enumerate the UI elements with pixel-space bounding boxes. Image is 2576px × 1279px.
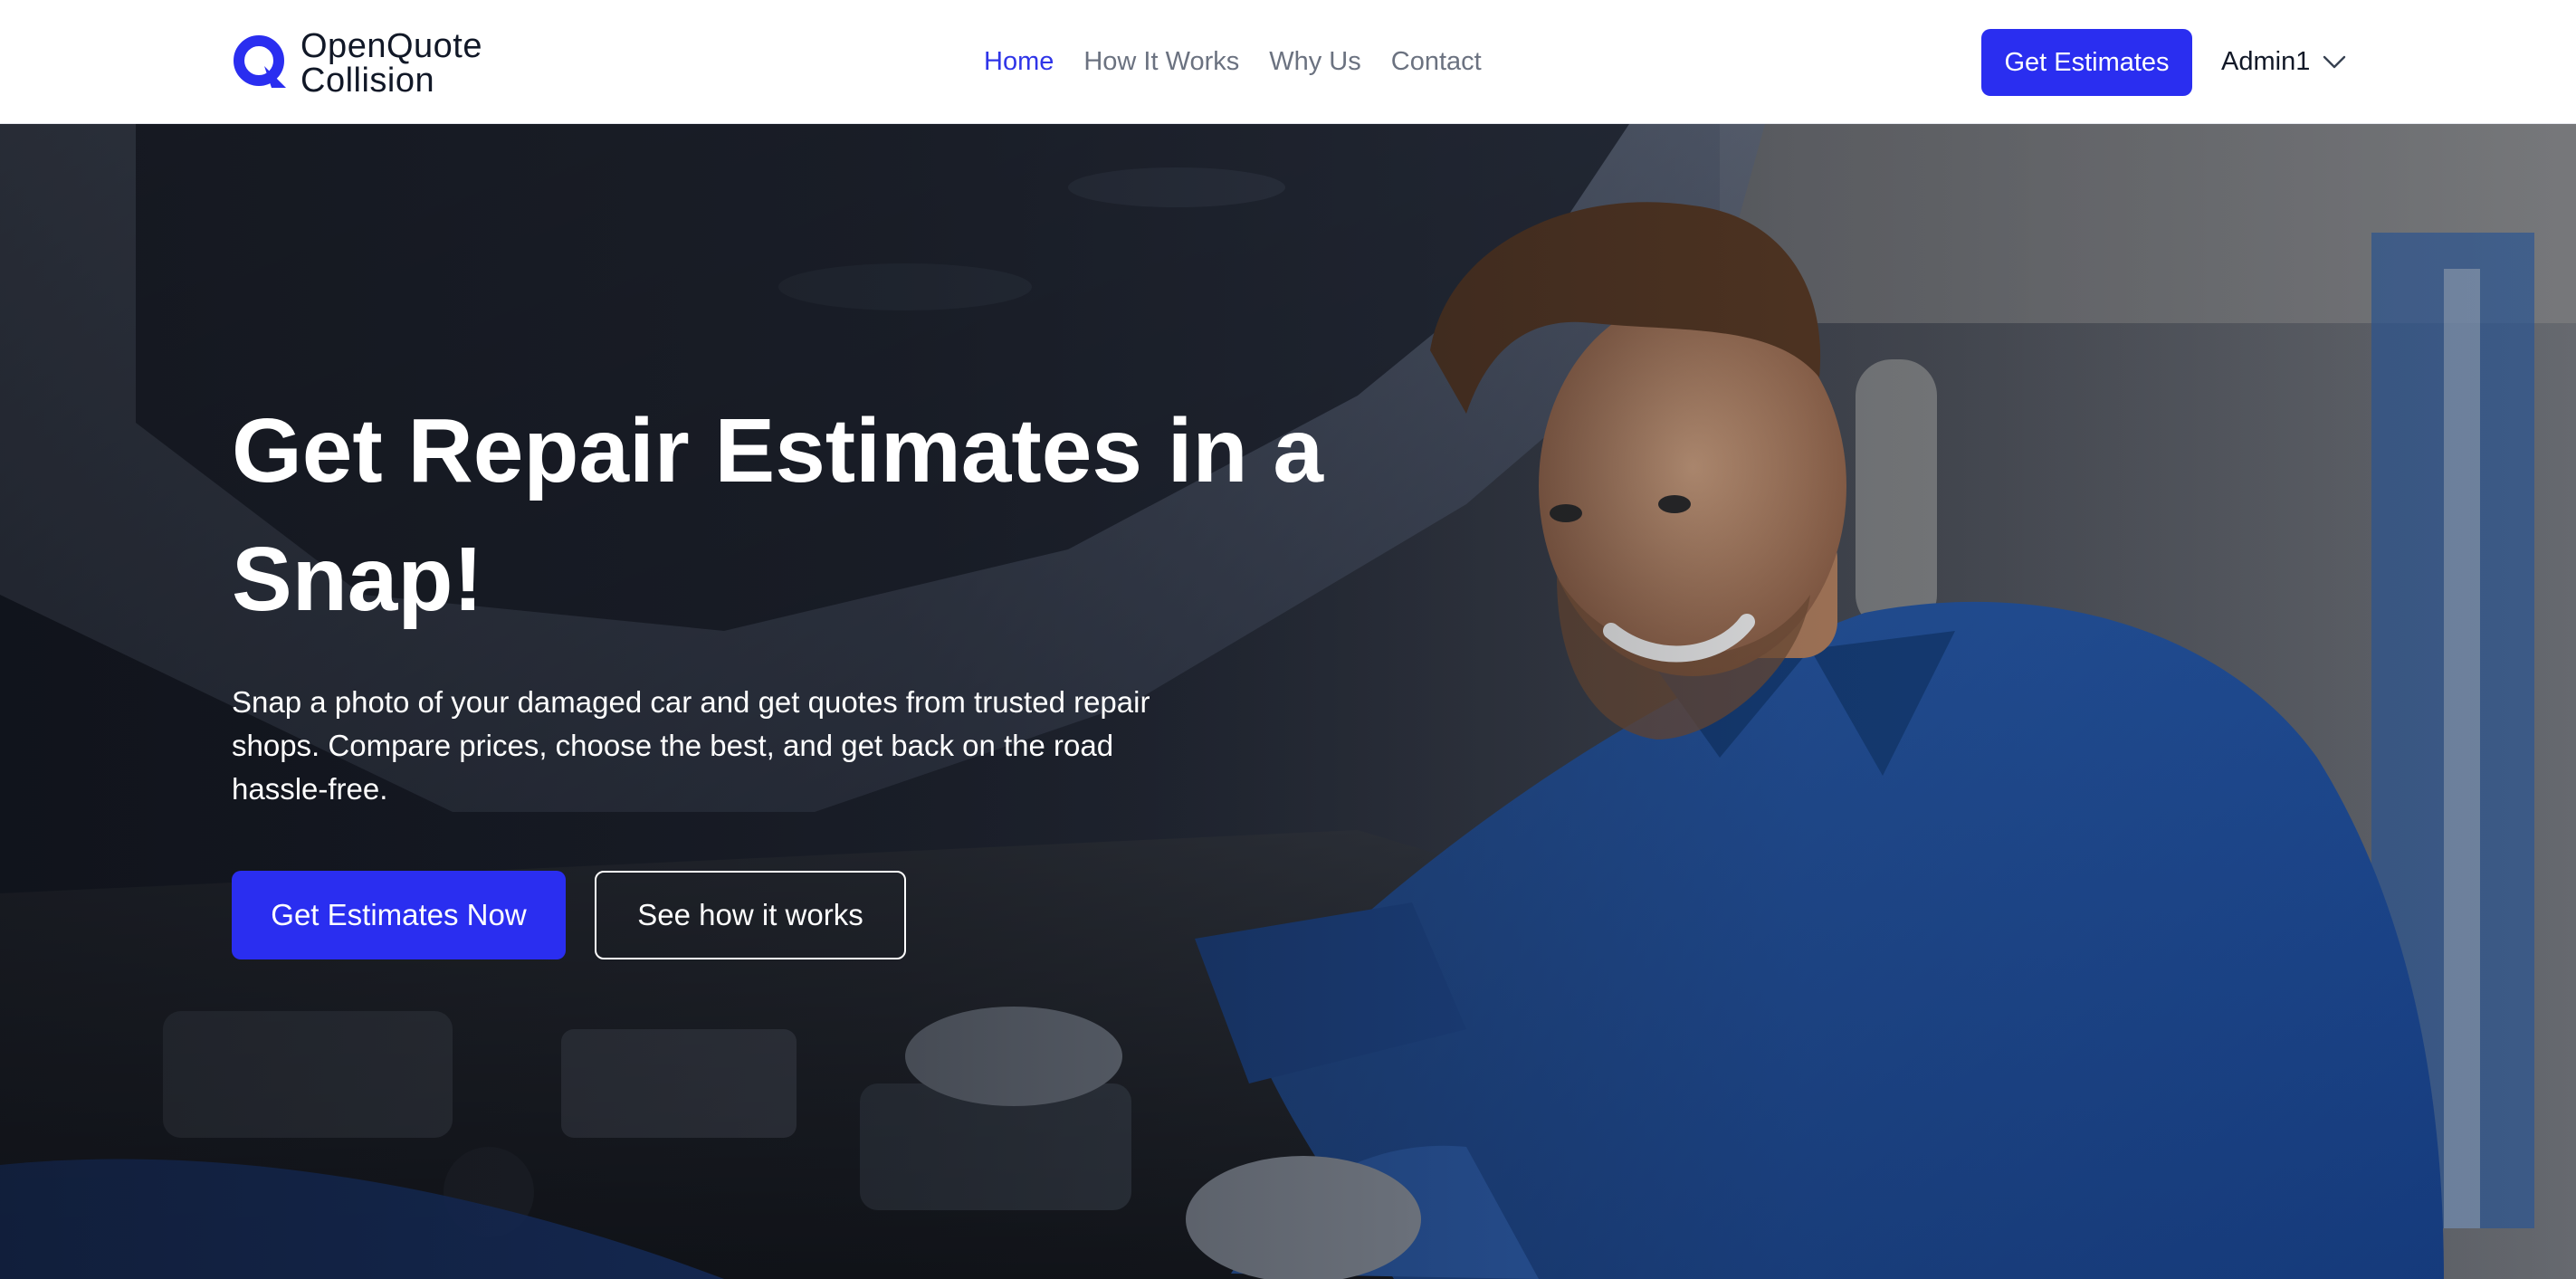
hero-section: Get Repair Estimates in a Snap! Snap a p… (0, 124, 2576, 1279)
see-how-it-works-button[interactable]: See how it works (595, 871, 906, 959)
chevron-down-icon (2323, 55, 2346, 69)
nav-item-home[interactable]: Home (984, 47, 1054, 77)
get-estimates-button[interactable]: Get Estimates (1981, 29, 2192, 96)
q-logo-icon (234, 35, 286, 88)
hero-title: Get Repair Estimates in a Snap! (232, 400, 1324, 630)
nav-item-how-it-works[interactable]: How It Works (1083, 47, 1239, 77)
hero-subtitle: Snap a photo of your damaged car and get… (232, 685, 1150, 806)
site-header: OpenQuote Collision Home How It Works Wh… (0, 0, 2576, 124)
main-nav: Home How It Works Why Us Contact (984, 36, 1482, 87)
get-estimates-now-button[interactable]: Get Estimates Now (232, 871, 566, 959)
brand-name: OpenQuote Collision (301, 29, 482, 98)
brand-logo-link[interactable]: OpenQuote Collision (232, 27, 482, 100)
user-name: Admin1 (2221, 46, 2311, 76)
nav-item-contact[interactable]: Contact (1391, 47, 1482, 77)
nav-item-why-us[interactable]: Why Us (1269, 47, 1361, 77)
brand-name-line-1: OpenQuote (301, 27, 482, 65)
brand-name-line-2: Collision (301, 62, 435, 100)
user-menu[interactable]: Admin1 (2221, 36, 2348, 87)
